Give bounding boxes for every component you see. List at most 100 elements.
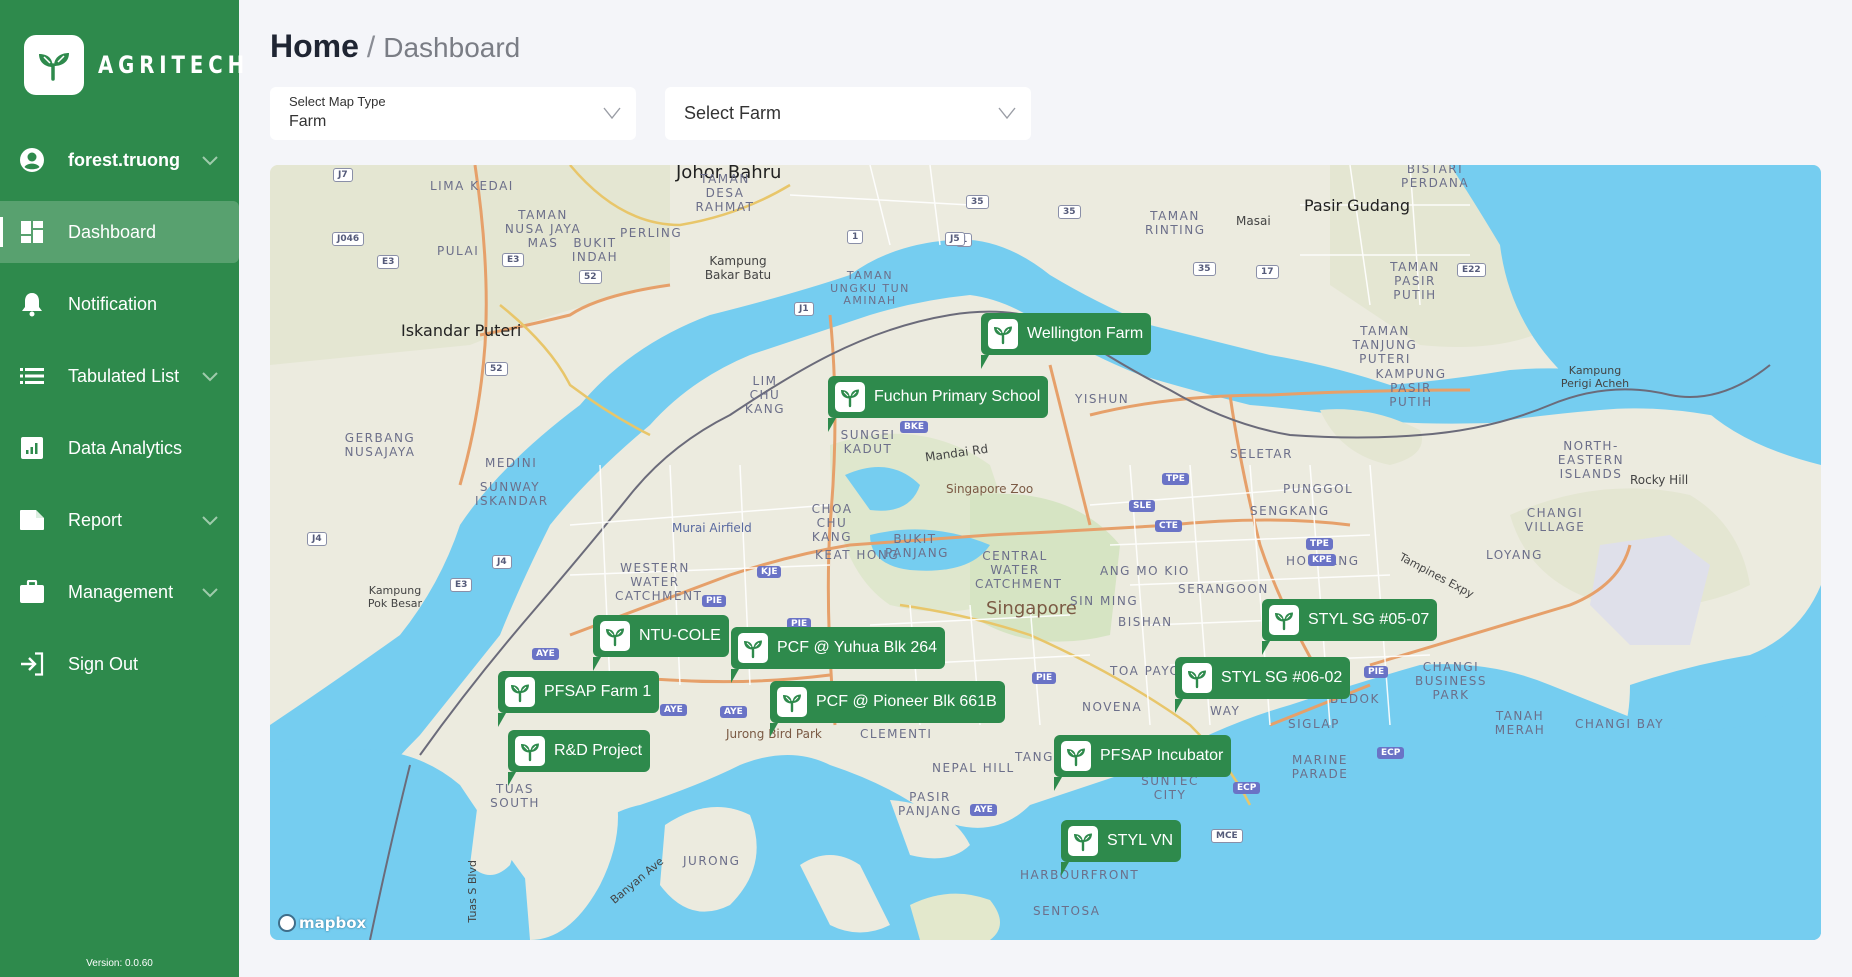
map-label-changi-bay: CHANGI BAY (1575, 717, 1665, 731)
farm-marker-label: Fuchun Primary School (874, 388, 1041, 405)
farm-select[interactable]: Select Farm (665, 87, 1031, 140)
map-label-novena: NOVENA (1082, 700, 1143, 714)
sidebar-item-label: Tabulated List (68, 365, 180, 386)
seedling-icon (505, 677, 535, 707)
road-shield: ECP (1233, 782, 1261, 794)
map-label-sentosa: SENTOSA (1033, 904, 1101, 918)
farm-marker-styl-vn[interactable]: STYL VN (1061, 820, 1182, 876)
username: forest.truong (68, 149, 180, 170)
farm-marker-pfsap-incubator[interactable]: PFSAP Incubator (1054, 735, 1232, 791)
farm-marker-ntu-cole[interactable]: NTU-COLE (593, 615, 729, 671)
sidebar-item-sign-out[interactable]: Sign Out (0, 633, 239, 695)
road-shield: SLE (1129, 500, 1156, 512)
sign-out-icon (18, 650, 46, 678)
mapbox-logo-icon (278, 914, 296, 932)
map-label-kampung-perigi-acheh: Kampung Perigi Acheh (1560, 364, 1630, 390)
app-logo[interactable]: AGRITECH (24, 35, 282, 95)
road-shield: 17 (1256, 265, 1279, 279)
chevron-down-icon (603, 107, 621, 120)
seedling-icon (1061, 741, 1091, 771)
seedling-icon (988, 319, 1018, 349)
farm-marker-styl-sg-05-07[interactable]: STYL SG #05-07 (1262, 599, 1438, 655)
sidebar: AGRITECH forest.truong Dashboard Notific… (0, 0, 244, 977)
map-label-singapore: Singapore (986, 598, 1077, 619)
map-label-tanah-merah: TANAH MERAH (1494, 709, 1546, 737)
map-label-taman-ungku-tun-aminah: TAMAN UNGKU TUN AMINAH (830, 269, 910, 308)
mapbox-attribution-text: mapbox (299, 914, 367, 932)
farm-select-placeholder: Select Farm (684, 103, 782, 123)
farm-marker-label: PCF @ Pioneer Blk 661B (816, 693, 997, 710)
mapbox-attribution[interactable]: mapbox (278, 914, 366, 932)
farm-marker-label: STYL SG #06-02 (1221, 669, 1343, 686)
road-shield: E3 (502, 253, 525, 267)
road-shield: J046 (332, 232, 365, 246)
farm-marker-pcf-yuhua-blk-264[interactable]: PCF @ Yuhua Blk 264 (731, 627, 946, 683)
road-shield: E3 (377, 255, 400, 269)
breadcrumb: Home / Dashboard (270, 28, 520, 65)
map-label-loyang: LOYANG (1486, 548, 1543, 562)
road-shield: AYE (970, 804, 997, 816)
road-shield: PIE (1032, 672, 1057, 684)
farm-marker-label: R&D Project (554, 742, 643, 759)
road-shield: 35 (1058, 205, 1081, 219)
farm-marker-rd-project[interactable]: R&D Project (508, 730, 651, 786)
app-version: Version: 0.0.60 (86, 958, 153, 969)
user-menu[interactable]: forest.truong (0, 129, 239, 191)
map-label-marine-parade: MARINE PARADE (1291, 753, 1349, 781)
dashboard-icon (18, 218, 46, 246)
seedling-logo-icon (24, 35, 84, 95)
road-shield: 35 (1193, 262, 1216, 276)
road-shield: E22 (1457, 263, 1486, 277)
map-type-select[interactable]: Select Map Type Farm (270, 87, 636, 140)
farm-marker-pcf-pioneer-blk-661b[interactable]: PCF @ Pioneer Blk 661B (770, 681, 1005, 737)
sidebar-item-label: Notification (68, 293, 158, 314)
road-shield: J5 (945, 232, 965, 246)
farm-marker-styl-sg-06-02[interactable]: STYL SG #06-02 (1175, 657, 1351, 713)
farm-marker-fuchun-primary-school[interactable]: Fuchun Primary School (828, 376, 1049, 432)
map-label-punggol: PUNGGOL (1283, 482, 1354, 496)
road-shield: 35 (966, 195, 989, 209)
sidebar-item-dashboard[interactable]: Dashboard (0, 201, 239, 263)
sidebar-item-notification[interactable]: Notification (0, 273, 239, 335)
seedling-icon (738, 633, 768, 663)
road-shield: 1 (847, 230, 864, 244)
map-label-sin-ming: SIN MING (1070, 594, 1139, 608)
breadcrumb-current-page: Dashboard (383, 32, 521, 63)
sidebar-item-label: Management (68, 581, 174, 602)
brand-name: AGRITECH (98, 51, 250, 79)
map-label-changi-village: CHANGI VILLAGE (1524, 506, 1586, 534)
road-shield: TPE (1306, 538, 1333, 550)
sidebar-item-label: Data Analytics (68, 437, 183, 458)
farm-marker-wellington-farm[interactable]: Wellington Farm (981, 313, 1152, 369)
map-label-iskandar-puteri: Iskandar Puteri (401, 321, 522, 340)
sidebar-item-report[interactable]: Report (0, 489, 239, 551)
map-label-murai-airfield: Murai Airfield (672, 521, 752, 535)
map-view[interactable]: Johor Bahru Iskandar Puteri Pasir Gudang… (270, 165, 1821, 940)
road-shield: AYE (660, 704, 687, 716)
seedling-icon (777, 687, 807, 717)
road-shield: TPE (1162, 473, 1189, 485)
map-label-medini: MEDINI (485, 456, 538, 470)
road-shield: MCE (1211, 829, 1243, 843)
sidebar-item-label: Report (68, 509, 123, 530)
briefcase-icon (18, 578, 46, 606)
sidebar-item-tabulated-list[interactable]: Tabulated List (0, 345, 239, 407)
chevron-down-icon (202, 516, 218, 526)
map-label-taman-desa-rahmat: TAMAN DESA RAHMAT (695, 172, 755, 214)
sidebar-item-management[interactable]: Management (0, 561, 239, 623)
road-shield: E3 (450, 578, 473, 592)
map-label-siglap: SIGLAP (1288, 717, 1340, 731)
road-shield: 52 (485, 362, 508, 376)
breadcrumb-home[interactable]: Home (270, 28, 359, 65)
chevron-down-icon (202, 588, 218, 598)
map-label-sungei-kadut: SUNGEI KADUT (840, 428, 896, 456)
map-label-clementi: CLEMENTI (860, 727, 933, 741)
road-shield: KPE (1308, 554, 1336, 566)
map-label-rocky-hill: Rocky Hill (1630, 473, 1689, 487)
map-label-north-eastern-islands: NORTH-EASTERN ISLANDS (1557, 439, 1625, 481)
farm-marker-label: STYL VN (1107, 832, 1174, 849)
sidebar-item-data-analytics[interactable]: Data Analytics (0, 417, 239, 479)
farm-marker-pfsap-farm-1[interactable]: PFSAP Farm 1 (498, 671, 660, 727)
map-label-changi-business-park: CHANGI BUSINESS PARK (1415, 660, 1487, 702)
map-label-serangoon: SERANGOON (1178, 582, 1269, 596)
